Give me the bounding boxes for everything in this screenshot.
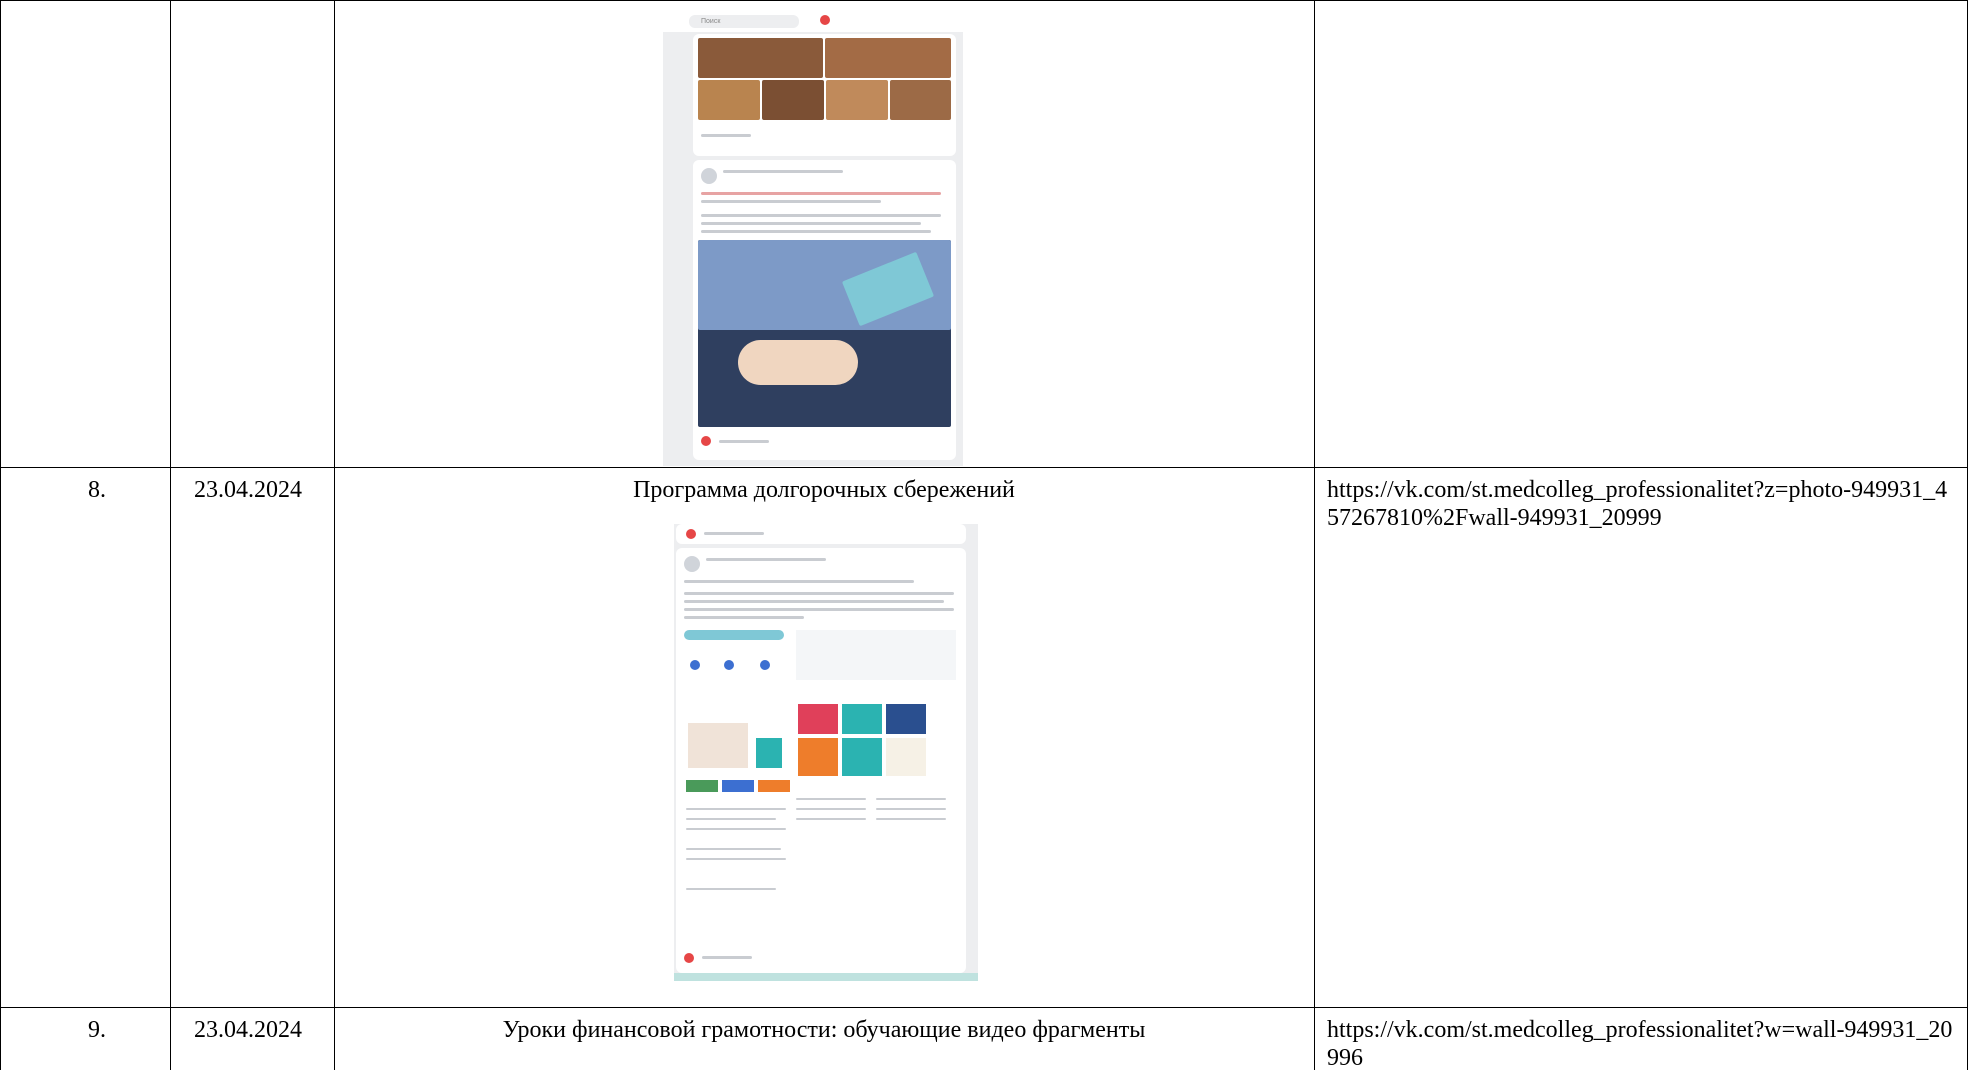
post-photo (762, 80, 824, 120)
post-actions (704, 532, 764, 535)
post-text (701, 230, 931, 233)
post-text (701, 192, 941, 195)
post-author (706, 558, 826, 561)
post-author (723, 170, 843, 173)
infographic-text (796, 808, 866, 810)
like-icon (684, 953, 694, 963)
post-photo (825, 38, 951, 78)
table-border-left (0, 0, 1, 1070)
infographic-tile (842, 738, 882, 776)
post-actions (701, 134, 751, 137)
info-icon (724, 660, 734, 670)
row-title: Уроки финансовой грамотности: обучающие … (502, 1017, 1146, 1043)
screenshot-vk-infographic (674, 524, 978, 981)
infographic-textbox (796, 630, 956, 680)
post-actions (702, 956, 752, 959)
notification-icon (820, 15, 830, 25)
like-icon (686, 529, 696, 539)
table-row-divider-1 (0, 467, 1968, 468)
post-card-infographic (676, 548, 966, 973)
infographic-button (722, 780, 754, 792)
bottom-strip (674, 973, 978, 981)
post-card-photos (693, 34, 956, 156)
post-actions-bar (676, 524, 966, 544)
row-link[interactable]: https://vk.com/st.medcolleg_professional… (1327, 1016, 1957, 1072)
infographic-tile (886, 704, 926, 734)
family-illustration (688, 723, 748, 768)
infographic-tile (798, 738, 838, 776)
table-col-divider-1 (170, 0, 171, 1070)
post-text (701, 222, 921, 225)
infographic-button (686, 780, 718, 792)
house-icon (756, 738, 782, 768)
table-col-divider-2 (334, 0, 335, 1070)
infographic-text (686, 848, 781, 850)
info-icon (760, 660, 770, 670)
table-row-divider-2 (0, 1007, 1968, 1008)
infographic-text (686, 818, 776, 820)
row-number: 9. (88, 1017, 106, 1043)
infographic-text (876, 808, 946, 810)
table-border-top (0, 0, 1968, 1)
infographic-button (758, 780, 790, 792)
row-link[interactable]: https://vk.com/st.medcolleg_professional… (1327, 476, 1957, 532)
avatar-icon (684, 556, 700, 572)
post-card-illustration (693, 160, 956, 460)
infographic-text (686, 808, 786, 810)
table-col-divider-3 (1314, 0, 1315, 1070)
infographic-text (876, 818, 946, 820)
post-photo (826, 80, 888, 120)
infographic-text (686, 858, 786, 860)
hands-illustration (738, 340, 858, 385)
screenshot-vk-feed: Поиск (663, 10, 989, 466)
row-date: 23.04.2024 (194, 477, 302, 503)
info-icon (690, 660, 700, 670)
post-photo (890, 80, 951, 120)
post-text (684, 592, 954, 595)
search-field: Поиск (689, 15, 799, 28)
infographic-text (686, 828, 786, 830)
post-text (701, 214, 941, 217)
post-photo (698, 38, 823, 78)
illustration-image (698, 240, 951, 427)
infographic-text (876, 798, 946, 800)
post-text (684, 600, 944, 603)
row-title: Программа долгорочных сбережений (633, 477, 1015, 503)
row-number: 8. (88, 477, 106, 503)
post-text (684, 616, 804, 619)
post-text (701, 200, 881, 203)
post-text (684, 580, 914, 583)
infographic-text (796, 818, 866, 820)
like-icon (701, 436, 711, 446)
vk-top-bar: Поиск (663, 10, 989, 32)
infographic-banner (684, 630, 784, 640)
vk-right-sidebar (963, 32, 989, 466)
infographic-tile (886, 738, 926, 776)
row-date: 23.04.2024 (194, 1017, 302, 1043)
avatar-icon (701, 168, 717, 184)
post-actions (719, 440, 769, 443)
post-photo (698, 80, 760, 120)
infographic-text (796, 798, 866, 800)
infographic-tile (798, 704, 838, 734)
infographic-text (686, 888, 776, 890)
infographic-tile (842, 704, 882, 734)
post-text (684, 608, 954, 611)
